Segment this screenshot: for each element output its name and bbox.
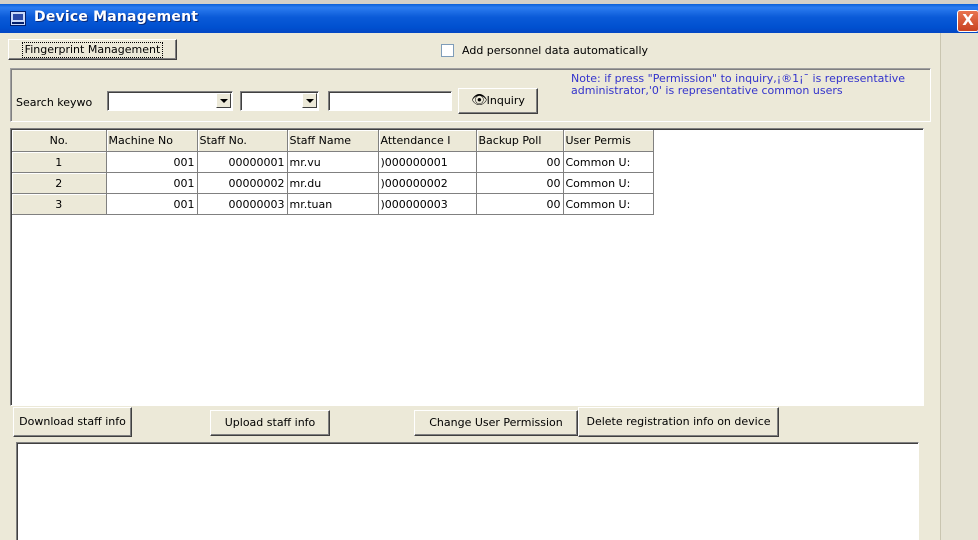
table-row[interactable]: 1 001 00000001 mr.vu )000000001 00 Commo… — [12, 151, 654, 173]
search-field-combo[interactable] — [107, 91, 233, 111]
staff-table[interactable]: No. Machine No Staff No. Staff Name Atte… — [10, 128, 924, 406]
user-permission-cell: Common U: — [563, 151, 654, 173]
search-input[interactable] — [328, 91, 452, 111]
inquiry-button[interactable]: 👁 Inquiry — [458, 88, 538, 114]
window-title: Device Management — [34, 9, 199, 25]
backup-poll-cell: 00 — [476, 172, 564, 194]
col-header-user-permission[interactable]: User Permis — [563, 130, 654, 152]
title-bar[interactable]: Device Management X — [0, 4, 978, 33]
chevron-down-icon[interactable] — [302, 93, 317, 108]
col-header-staff-name[interactable]: Staff Name — [287, 130, 379, 152]
attendance-cell: )000000003 — [378, 193, 477, 215]
right-panel — [940, 33, 978, 540]
app-icon — [10, 11, 26, 26]
download-staff-info-button[interactable]: Download staff info — [13, 407, 132, 437]
staff-no-cell: 00000001 — [197, 151, 288, 173]
binoculars-icon: 👁 — [471, 93, 487, 108]
table-row[interactable]: 3 001 00000003 mr.tuan )000000003 00 Com… — [12, 193, 654, 215]
col-header-attendance[interactable]: Attendance I — [378, 130, 477, 152]
user-permission-cell: Common U: — [563, 172, 654, 194]
staff-no-cell: 00000003 — [197, 193, 288, 215]
close-button[interactable]: X — [957, 10, 978, 32]
staff-name-cell: mr.du — [287, 172, 379, 194]
col-header-no[interactable]: No. — [12, 130, 107, 152]
search-condition-combo[interactable] — [240, 91, 319, 111]
upload-staff-info-button[interactable]: Upload staff info — [210, 410, 330, 436]
change-user-permission-button[interactable]: Change User Permission — [414, 410, 578, 436]
staff-no-cell: 00000002 — [197, 172, 288, 194]
chevron-down-icon[interactable] — [216, 93, 231, 108]
backup-poll-cell: 00 — [476, 193, 564, 215]
table-row[interactable]: 2 001 00000002 mr.du )000000002 00 Commo… — [12, 172, 654, 194]
tab-fingerprint-management[interactable]: Fingerprint Management — [8, 39, 177, 60]
col-header-staff-no[interactable]: Staff No. — [197, 130, 288, 152]
machine-no-cell: 001 — [106, 172, 198, 194]
staff-name-cell: mr.vu — [287, 151, 379, 173]
attendance-cell: )000000002 — [378, 172, 477, 194]
user-permission-cell: Common U: — [563, 193, 654, 215]
col-header-backup-poll[interactable]: Backup Poll — [476, 130, 564, 152]
staff-grid: No. Machine No Staff No. Staff Name Atte… — [12, 130, 654, 215]
auto-add-checkbox[interactable] — [441, 44, 454, 57]
log-output[interactable] — [16, 442, 919, 540]
tab-label: Fingerprint Management — [21, 41, 164, 58]
search-keyword-label: Search keywo — [16, 96, 93, 109]
attendance-cell: )000000001 — [378, 151, 477, 173]
machine-no-cell: 001 — [106, 193, 198, 215]
staff-name-cell: mr.tuan — [287, 193, 379, 215]
inquiry-label: Inquiry — [486, 94, 525, 107]
row-number: 3 — [12, 193, 107, 215]
row-number: 2 — [12, 172, 107, 194]
table-header-row: No. Machine No Staff No. Staff Name Atte… — [12, 130, 654, 152]
backup-poll-cell: 00 — [476, 151, 564, 173]
machine-no-cell: 001 — [106, 151, 198, 173]
auto-add-label: Add personnel data automatically — [462, 44, 649, 57]
permission-note: Note: if press "Permission" to inquiry,¡… — [571, 72, 906, 97]
col-header-machine-no[interactable]: Machine No — [106, 130, 198, 152]
delete-registration-button[interactable]: Delete registration info on device — [578, 407, 779, 437]
row-number: 1 — [12, 151, 107, 173]
